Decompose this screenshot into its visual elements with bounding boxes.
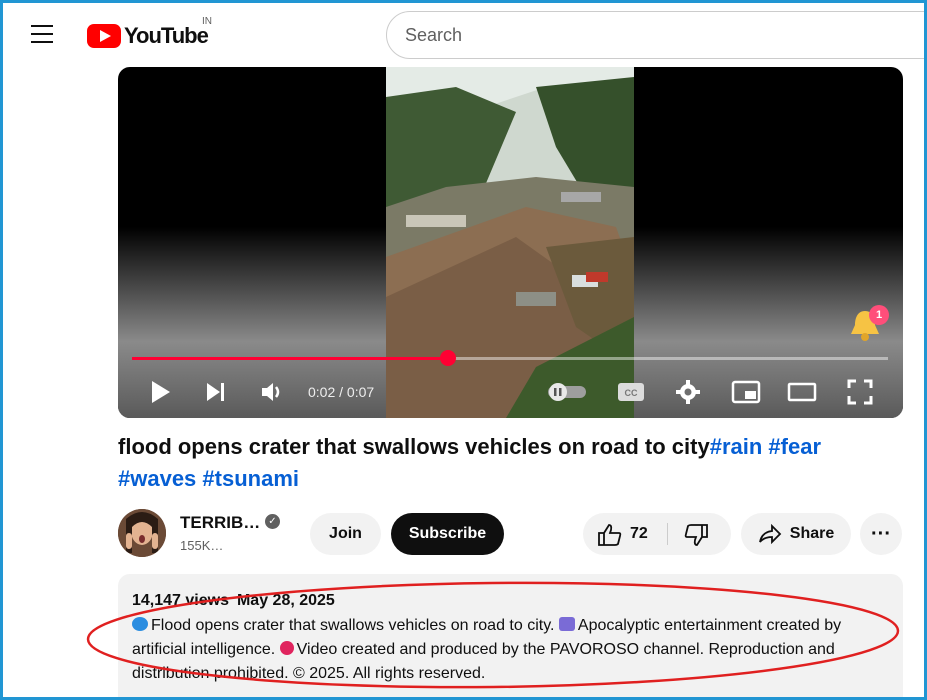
description-meta: 14,147 views May 28, 2025: [132, 592, 343, 610]
progress-bar[interactable]: [132, 357, 888, 360]
theater-mode-icon[interactable]: [786, 377, 818, 407]
hashtag-link[interactable]: #tsunami: [202, 466, 299, 491]
description-line: artificial intelligence.: [132, 641, 276, 658]
channel-avatar[interactable]: [118, 509, 166, 557]
play-icon[interactable]: [146, 377, 176, 407]
hashtag-link[interactable]: #rain: [710, 434, 763, 459]
settings-gear-icon[interactable]: [673, 377, 703, 407]
subscriber-count: 155K…: [180, 538, 224, 553]
description-line: Flood opens crater that swallows vehicle…: [151, 617, 555, 634]
browser-viewport: YouTube IN Search 0:02 / 0:07 CC 1 flood…: [3, 3, 924, 697]
autoplay-toggle[interactable]: [546, 377, 588, 407]
robot-emoji-icon: [558, 617, 575, 631]
description-text: Flood opens crater that swallows vehicle…: [132, 614, 892, 686]
next-icon[interactable]: [202, 377, 230, 407]
description-box[interactable]: 14,147 views May 28, 2025 Flood opens cra…: [118, 574, 903, 697]
logo-wordmark: YouTube: [124, 23, 209, 48]
verified-check-icon: ✓: [265, 514, 280, 529]
subscribe-button[interactable]: Subscribe: [391, 513, 504, 555]
share-arrow-icon: [758, 524, 782, 544]
description-line: Apocalyptic entertainment created by: [577, 617, 842, 634]
video-frame[interactable]: [386, 67, 634, 418]
notification-badge: 1: [869, 305, 889, 325]
video-title: flood opens crater that swallows vehicle…: [118, 431, 858, 495]
volume-icon[interactable]: [257, 377, 289, 407]
share-label: Share: [789, 525, 835, 542]
country-code: IN: [202, 16, 212, 27]
channel-name[interactable]: TERRIB…: [180, 513, 260, 533]
description-line: Video created and produced by the PAVORO…: [296, 641, 835, 658]
svg-text:CC: CC: [625, 388, 638, 398]
progress-fill: [132, 357, 448, 360]
search-input[interactable]: [387, 12, 924, 58]
time-display: 0:02 / 0:07: [308, 384, 375, 400]
upload-date: May 28, 2025: [236, 592, 335, 609]
hamburger-menu-icon[interactable]: [31, 25, 57, 47]
like-dislike-bar: 72: [583, 513, 731, 555]
miniplayer-icon[interactable]: [730, 377, 762, 407]
like-separator: [667, 523, 668, 545]
join-button[interactable]: Join: [310, 513, 381, 555]
view-count: 14,147 views: [132, 592, 229, 609]
wave-emoji-icon: [132, 617, 148, 631]
title-text: flood opens crater that swallows vehicle…: [118, 434, 710, 459]
youtube-play-icon: [87, 24, 121, 48]
hashtag-link[interactable]: #waves: [118, 466, 196, 491]
share-button[interactable]: Share: [741, 513, 851, 555]
youtube-logo[interactable]: YouTube: [87, 23, 209, 49]
thumbs-down-icon[interactable]: [683, 523, 709, 552]
captions-icon[interactable]: CC: [616, 377, 646, 407]
fullscreen-icon[interactable]: [845, 377, 875, 407]
more-actions-button[interactable]: ···: [860, 513, 902, 555]
thumbs-up-icon[interactable]: [597, 523, 623, 552]
like-count: 72: [630, 525, 648, 542]
hashtag-link[interactable]: #fear: [768, 434, 821, 459]
search-box[interactable]: [386, 11, 924, 59]
video-player[interactable]: 0:02 / 0:07 CC 1: [118, 67, 903, 418]
scrubber-handle[interactable]: [440, 350, 456, 366]
description-line: distribution prohibited. © 2025. All rig…: [132, 665, 486, 682]
record-dot-emoji-icon: [279, 641, 294, 655]
